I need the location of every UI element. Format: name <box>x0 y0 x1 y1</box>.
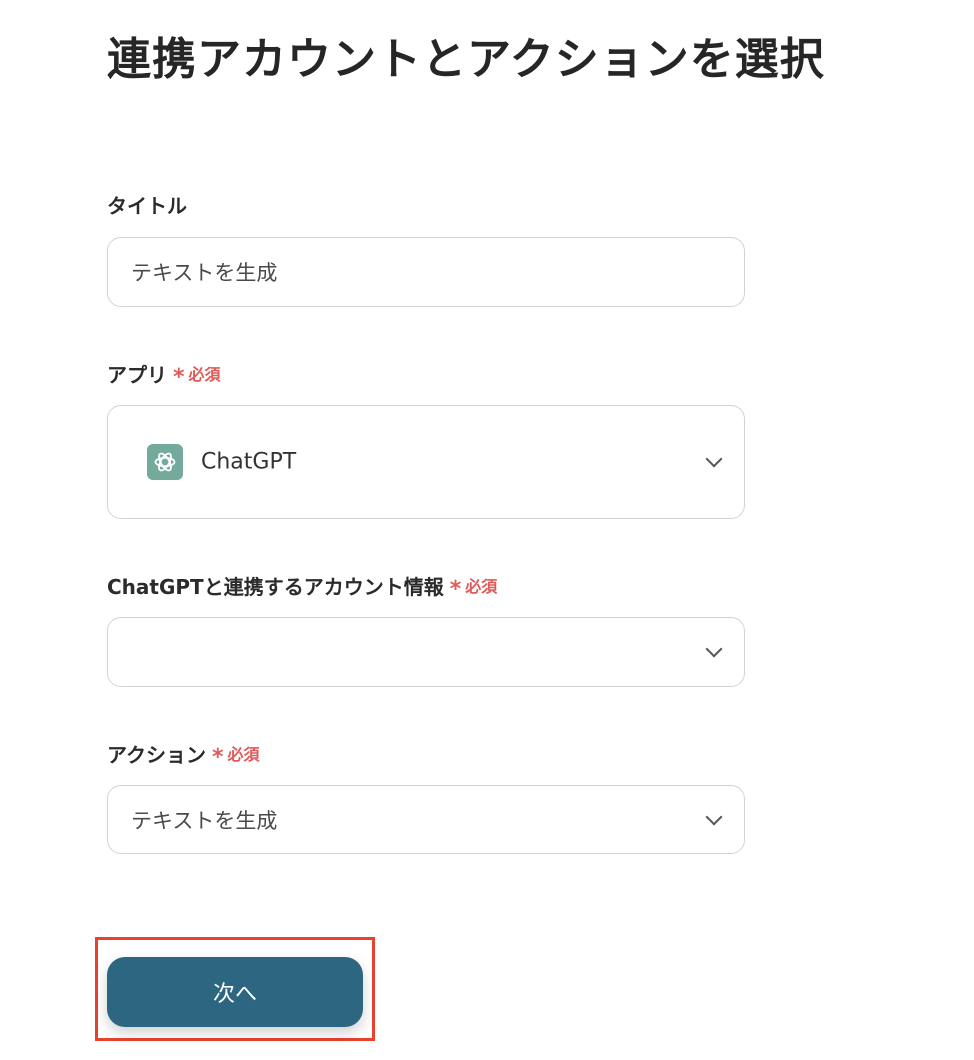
required-badge: * 必須 <box>450 573 498 601</box>
account-label-text: ChatGPTと連携するアカウント情報 <box>107 575 444 599</box>
chevron-down-icon <box>705 640 723 658</box>
chatgpt-logo-icon <box>147 444 183 480</box>
chevron-down-icon <box>705 450 723 468</box>
title-input[interactable]: テキストを生成 <box>107 237 745 307</box>
app-select-value: ChatGPT <box>201 449 297 475</box>
app-select[interactable]: ChatGPT <box>107 405 745 519</box>
title-label-text: タイトル <box>107 194 187 218</box>
required-badge: * 必須 <box>173 361 221 389</box>
action-field-label: アクション * 必須 <box>107 741 260 769</box>
required-text: 必須 <box>188 365 221 384</box>
required-asterisk: * <box>449 577 462 602</box>
required-badge: * 必須 <box>212 741 260 769</box>
chevron-down-icon <box>705 808 723 825</box>
app-label-text: アプリ <box>107 363 167 387</box>
page-title: 連携アカウントとアクションを選択 <box>107 34 825 85</box>
title-field-label: タイトル <box>107 192 187 220</box>
required-text: 必須 <box>465 577 498 596</box>
required-asterisk: * <box>212 745 224 770</box>
title-input-value: テキストを生成 <box>131 261 278 285</box>
account-field-label: ChatGPTと連携するアカウント情報 * 必須 <box>107 573 497 601</box>
next-button[interactable]: 次へ <box>107 957 363 1027</box>
action-select-value: テキストを生成 <box>131 808 278 833</box>
account-select[interactable] <box>107 617 745 687</box>
app-field-label: アプリ * 必須 <box>107 361 221 389</box>
required-text: 必須 <box>227 745 260 764</box>
action-select[interactable]: テキストを生成 <box>107 785 745 854</box>
action-label-text: アクション <box>107 743 206 767</box>
required-asterisk: * <box>173 365 185 390</box>
